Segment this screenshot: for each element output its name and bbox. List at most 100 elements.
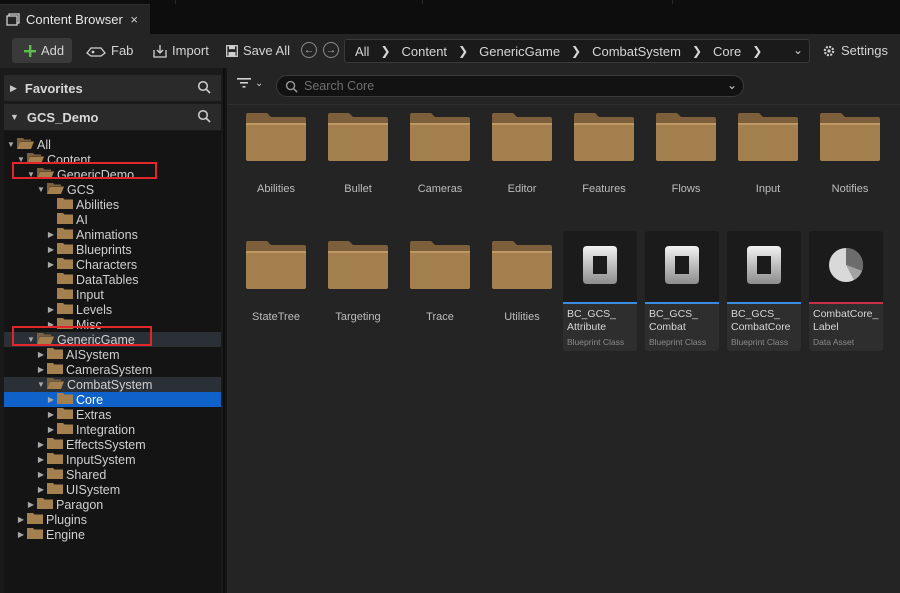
breadcrumb-all[interactable]: All: [355, 44, 369, 59]
folder-icon: [239, 241, 313, 289]
caret-down-icon[interactable]: ▼: [36, 185, 46, 194]
folder-tile-input[interactable]: Input: [731, 113, 805, 195]
folder-tile-utilities[interactable]: Utilities: [485, 241, 559, 323]
folder-tile-targeting[interactable]: Targeting: [321, 241, 395, 323]
caret-right-icon[interactable]: ▶: [36, 485, 46, 494]
toolbar: Add Fab Import Save All ← → All ❯ Conten…: [0, 34, 900, 68]
tree-item-uisystem[interactable]: ▶ UISystem: [4, 482, 221, 497]
caret-down-icon[interactable]: ▼: [6, 140, 16, 149]
project-header[interactable]: ▼ GCS_Demo: [4, 104, 221, 130]
add-button[interactable]: Add: [12, 38, 72, 63]
back-arrow-icon[interactable]: ←: [301, 42, 317, 58]
tab-divider: [672, 0, 673, 4]
tab-content-browser[interactable]: Content Browser ×: [0, 4, 150, 34]
caret-right-icon[interactable]: ▶: [46, 245, 56, 254]
asset-card[interactable]: BC_GCS_ CombatCore Blueprint Class: [727, 231, 801, 351]
folder-tile-bullet[interactable]: Bullet: [321, 113, 395, 195]
asset-card[interactable]: CombatCore_ Label Data Asset: [809, 231, 883, 351]
tree-item-engine[interactable]: ▶ Engine: [4, 527, 221, 542]
fab-button[interactable]: Fab: [86, 38, 133, 63]
tree-item-ai[interactable]: AI: [4, 212, 221, 227]
tree-item-effectssystem[interactable]: ▶ EffectsSystem: [4, 437, 221, 452]
tree-item-input[interactable]: Input: [4, 287, 221, 302]
caret-right-icon[interactable]: ▶: [36, 365, 46, 374]
filter-button[interactable]: ⌄: [237, 77, 263, 89]
tree-item-camerasystem[interactable]: ▶ CameraSystem: [4, 362, 221, 377]
caret-right-icon[interactable]: ▶: [46, 425, 56, 434]
search-icon[interactable]: [197, 109, 211, 123]
breadcrumb-core[interactable]: Core: [713, 44, 741, 59]
tree-item-extras[interactable]: ▶ Extras: [4, 407, 221, 422]
caret-right-icon[interactable]: ▶: [16, 515, 26, 524]
chevron-down-icon[interactable]: ⌄: [727, 78, 737, 92]
tree-item-label: Abilities: [76, 197, 120, 212]
caret-right-icon[interactable]: ▶: [46, 395, 56, 404]
chevron-right-icon[interactable]: ❯: [458, 44, 468, 58]
caret-right-icon[interactable]: ▶: [46, 305, 56, 314]
chevron-right-icon[interactable]: ❯: [380, 44, 390, 58]
tree-item-animations[interactable]: ▶ Animations: [4, 227, 221, 242]
tree-item-abilities[interactable]: Abilities: [4, 197, 221, 212]
import-icon: [153, 44, 167, 58]
settings-button[interactable]: Settings: [822, 38, 888, 63]
folder-tile-abilities[interactable]: Abilities: [239, 113, 313, 195]
chevron-right-icon[interactable]: ❯: [571, 44, 581, 58]
asset-card[interactable]: BC_GCS_ Combat Blueprint Class: [645, 231, 719, 351]
save-all-button[interactable]: Save All: [226, 38, 290, 63]
tree-item-core[interactable]: ▶ Core: [4, 392, 221, 407]
tree-item-paragon[interactable]: ▶ Paragon: [4, 497, 221, 512]
caret-right-icon[interactable]: ▶: [36, 470, 46, 479]
tree-item-shared[interactable]: ▶ Shared: [4, 467, 221, 482]
chevron-down-icon[interactable]: ⌄: [793, 43, 803, 57]
tree-item-plugins[interactable]: ▶ Plugins: [4, 512, 221, 527]
search-input[interactable]: [304, 79, 704, 93]
asset-name: BC_GCS_ Combat: [649, 308, 699, 333]
folder-icon: [47, 452, 63, 467]
tree-item-all[interactable]: ▼ All: [4, 137, 221, 152]
import-button[interactable]: Import: [153, 38, 209, 63]
forward-arrow-icon[interactable]: →: [323, 42, 339, 58]
close-icon[interactable]: ×: [130, 12, 138, 27]
asset-card[interactable]: BC_GCS_ Attribute Blueprint Class: [563, 231, 637, 351]
search-icon[interactable]: [197, 80, 211, 94]
caret-right-icon[interactable]: ▶: [36, 350, 46, 359]
folder-tile-notifies[interactable]: Notifies: [813, 113, 887, 195]
tree-item-label: UISystem: [66, 482, 121, 497]
folder-icon: [57, 257, 73, 272]
chevron-right-icon[interactable]: ❯: [692, 44, 702, 58]
caret-right-icon[interactable]: ▶: [46, 410, 56, 419]
tree-item-blueprints[interactable]: ▶ Blueprints: [4, 242, 221, 257]
breadcrumb-content[interactable]: Content: [402, 44, 448, 59]
tree-item-characters[interactable]: ▶ Characters: [4, 257, 221, 272]
caret-down-icon[interactable]: ▼: [36, 380, 46, 389]
caret-right-icon[interactable]: ▶: [26, 500, 36, 509]
tree-item-combatsystem[interactable]: ▼ CombatSystem: [4, 377, 221, 392]
folder-label: Notifies: [831, 183, 869, 195]
folder-tile-flows[interactable]: Flows: [649, 113, 723, 195]
caret-right-icon[interactable]: ▶: [10, 83, 17, 94]
folder-tile-editor[interactable]: Editor: [485, 113, 559, 195]
filter-icon: [237, 78, 251, 88]
caret-right-icon[interactable]: ▶: [36, 455, 46, 464]
tree-item-datatables[interactable]: DataTables: [4, 272, 221, 287]
breadcrumb-combatsystem[interactable]: CombatSystem: [592, 44, 681, 59]
chevron-right-icon[interactable]: ❯: [752, 44, 762, 58]
tree-item-gcs[interactable]: ▼ GCS: [4, 182, 221, 197]
folder-tile-statetree[interactable]: StateTree: [239, 241, 313, 323]
tree-item-label: Core: [76, 392, 104, 407]
favorites-header[interactable]: ▶ Favorites: [4, 75, 221, 101]
folder-tile-cameras[interactable]: Cameras: [403, 113, 477, 195]
folder-tile-trace[interactable]: Trace: [403, 241, 477, 323]
caret-right-icon[interactable]: ▶: [16, 530, 26, 539]
tree-item-integration[interactable]: ▶ Integration: [4, 422, 221, 437]
caret-down-icon[interactable]: ▼: [10, 112, 19, 122]
caret-right-icon[interactable]: ▶: [36, 440, 46, 449]
caret-right-icon[interactable]: ▶: [46, 230, 56, 239]
tree-item-inputsystem[interactable]: ▶ InputSystem: [4, 452, 221, 467]
tree-item-aisystem[interactable]: ▶ AISystem: [4, 347, 221, 362]
caret-right-icon[interactable]: ▶: [46, 260, 56, 269]
chevron-down-icon[interactable]: ⌄: [255, 78, 263, 89]
folder-tile-features[interactable]: Features: [567, 113, 641, 195]
tree-item-levels[interactable]: ▶ Levels: [4, 302, 221, 317]
breadcrumb-genericgame[interactable]: GenericGame: [479, 44, 560, 59]
